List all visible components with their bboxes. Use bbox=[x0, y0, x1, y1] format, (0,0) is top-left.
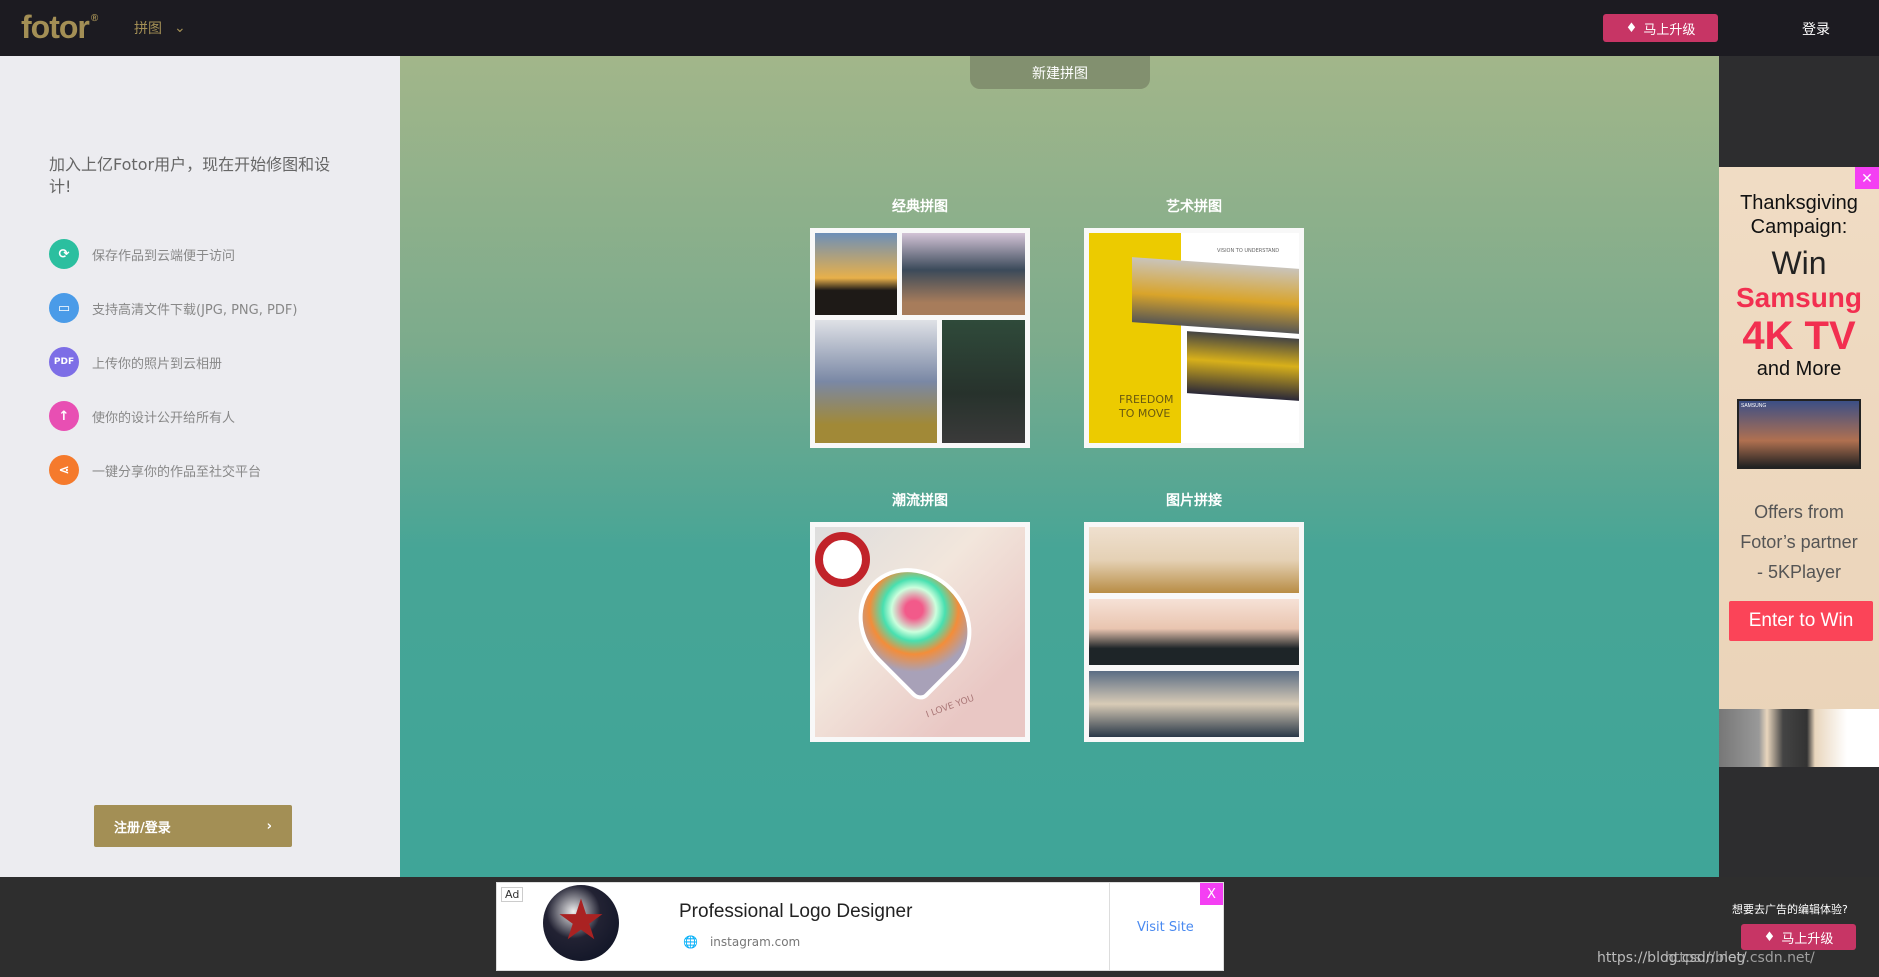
ad-title: Professional Logo Designer bbox=[679, 901, 913, 922]
photo bbox=[902, 233, 1025, 315]
template-trendy[interactable]: I LOVE YOU bbox=[810, 522, 1030, 742]
sidebar: 加入上亿Fotor用户，现在开始修图和设计! ⟳ 保存作品到云端便于访问 ▭ 支持高… bbox=[0, 56, 400, 877]
photo bbox=[815, 532, 870, 587]
intro-text: 加入上亿Fotor用户，现在开始修图和设计! bbox=[49, 155, 331, 196]
art-text-line: TO MOVE bbox=[1119, 407, 1171, 420]
tv-brand: SAMSUNG bbox=[1741, 403, 1767, 409]
photo bbox=[1089, 527, 1299, 593]
feature-public: ↑ 使你的设计公开给所有人 bbox=[49, 401, 235, 431]
bottom-ad[interactable]: Ad ★ Professional Logo Designer 🌐 instagr… bbox=[496, 882, 1224, 971]
template-label-art: 艺术拼图 bbox=[1166, 199, 1222, 215]
upgrade-label: 马上升级 bbox=[1643, 22, 1696, 38]
template-stitch[interactable] bbox=[1084, 522, 1304, 742]
diamond-icon: ♦ bbox=[1625, 20, 1638, 36]
upgrade-label: 马上升级 bbox=[1781, 931, 1834, 947]
photo bbox=[815, 320, 937, 443]
new-collage-button[interactable]: 新建拼图 bbox=[970, 56, 1150, 89]
photo bbox=[1132, 257, 1299, 334]
photo bbox=[1089, 599, 1299, 665]
feature-cloud-album: PDF 上传你的照片到云相册 bbox=[49, 347, 222, 377]
template-classic[interactable] bbox=[810, 228, 1030, 448]
ad-product: 4K TV bbox=[1742, 314, 1856, 358]
art-text-line: FREEDOM bbox=[1119, 393, 1174, 406]
feature-hd-download: ▭ 支持高清文件下载(JPG, PNG, PDF) bbox=[49, 293, 297, 323]
feature-cloud-save: ⟳ 保存作品到云端便于访问 bbox=[49, 239, 235, 269]
products-image bbox=[1719, 709, 1879, 767]
ad-domain-text: instagram.com bbox=[709, 935, 801, 949]
photo bbox=[815, 233, 897, 315]
feature-label: 一键分享你的作品至社交平台 bbox=[92, 464, 262, 480]
ad-line: - 5KPlayer bbox=[1756, 562, 1842, 582]
ad-line: Thanksgiving bbox=[1740, 192, 1858, 214]
remove-ads-text: 想要去广告的编辑体验? bbox=[1732, 903, 1848, 916]
feature-share: ⋖ 一键分享你的作品至社交平台 bbox=[49, 455, 261, 485]
close-icon[interactable]: X bbox=[1200, 883, 1223, 905]
ad-more: and More bbox=[1756, 358, 1842, 380]
photo bbox=[1089, 671, 1299, 737]
collage-menu[interactable]: 拼图 ⌄ bbox=[134, 18, 186, 38]
enter-to-win-button[interactable]: Enter to Win bbox=[1729, 601, 1873, 641]
art-text: FREEDOM TO MOVE bbox=[1119, 393, 1174, 421]
ad-win: Win bbox=[1771, 245, 1827, 281]
feature-label: 使你的设计公开给所有人 bbox=[92, 410, 236, 426]
feature-label: 上传你的照片到云相册 bbox=[92, 356, 223, 372]
visit-site-link[interactable]: Visit Site bbox=[1137, 920, 1194, 935]
top-header: fotor ® 拼图 ⌄ ♦ 马上升级 登录 bbox=[0, 0, 1879, 56]
right-ad-banner[interactable]: ✕ Thanksgiving Campaign: Win Samsung 4K T… bbox=[1719, 167, 1879, 767]
register-label: 注册/登录 bbox=[114, 820, 171, 836]
chevron-down-icon: ⌄ bbox=[174, 20, 186, 36]
ad-offer: Offers from Fotor’s partner - 5KPlayer bbox=[1719, 497, 1879, 587]
template-label-stitch: 图片拼接 bbox=[1166, 493, 1222, 509]
laptop-icon: ▭ bbox=[49, 293, 79, 323]
stamp-text: I LOVE YOU bbox=[924, 693, 976, 721]
ad-line: Campaign: bbox=[1750, 216, 1848, 238]
template-art[interactable]: VISION TO UNDERSTAND FREEDOM TO MOVE bbox=[1084, 228, 1304, 448]
logo-text: fotor bbox=[21, 9, 90, 45]
upgrade-button[interactable]: ♦ 马上升级 bbox=[1603, 14, 1718, 42]
registered-mark: ® bbox=[90, 13, 98, 24]
tv-image: SAMSUNG bbox=[1737, 399, 1861, 469]
main-area: 新建拼图 经典拼图 艺术拼图 VISION TO UNDERSTAND FREE… bbox=[400, 56, 1719, 877]
bottom-upgrade-button[interactable]: ♦ 马上升级 bbox=[1741, 924, 1856, 950]
ad-badge: Ad bbox=[501, 887, 524, 902]
chevron-right-icon: › bbox=[266, 818, 272, 834]
pdf-icon: PDF bbox=[49, 347, 79, 377]
sync-icon: ⟳ bbox=[49, 239, 79, 269]
template-label-classic: 经典拼图 bbox=[892, 199, 948, 215]
ad-brand: Samsung bbox=[1735, 282, 1863, 313]
menu-label: 拼图 bbox=[134, 21, 162, 37]
share-icon: ⋖ bbox=[49, 455, 79, 485]
close-icon[interactable]: ✕ bbox=[1855, 167, 1879, 189]
photo bbox=[1187, 331, 1299, 401]
photo bbox=[942, 320, 1025, 443]
star-logo-icon: ★ bbox=[543, 885, 619, 961]
template-label-trendy: 潮流拼图 bbox=[892, 493, 948, 509]
divider bbox=[1109, 883, 1110, 970]
feature-label: 支持高清文件下载(JPG, PNG, PDF) bbox=[92, 302, 298, 318]
ad-domain: 🌐 instagram.com bbox=[683, 935, 800, 949]
ad-line: Fotor’s partner bbox=[1740, 532, 1858, 552]
upload-arrow-icon: ↑ bbox=[49, 401, 79, 431]
art-caption: VISION TO UNDERSTAND bbox=[1217, 248, 1280, 254]
diamond-icon: ♦ bbox=[1763, 929, 1776, 945]
globe-icon: 🌐 bbox=[683, 935, 698, 949]
url-watermark: https://blog.csdn.net/ bbox=[1665, 950, 1815, 966]
register-login-button[interactable]: 注册/登录 › bbox=[94, 805, 292, 847]
fotor-logo[interactable]: fotor ® bbox=[21, 9, 98, 46]
feature-label: 保存作品到云端便于访问 bbox=[92, 248, 236, 264]
ad-line: Offers from bbox=[1754, 502, 1844, 522]
login-link[interactable]: 登录 bbox=[1802, 19, 1830, 39]
